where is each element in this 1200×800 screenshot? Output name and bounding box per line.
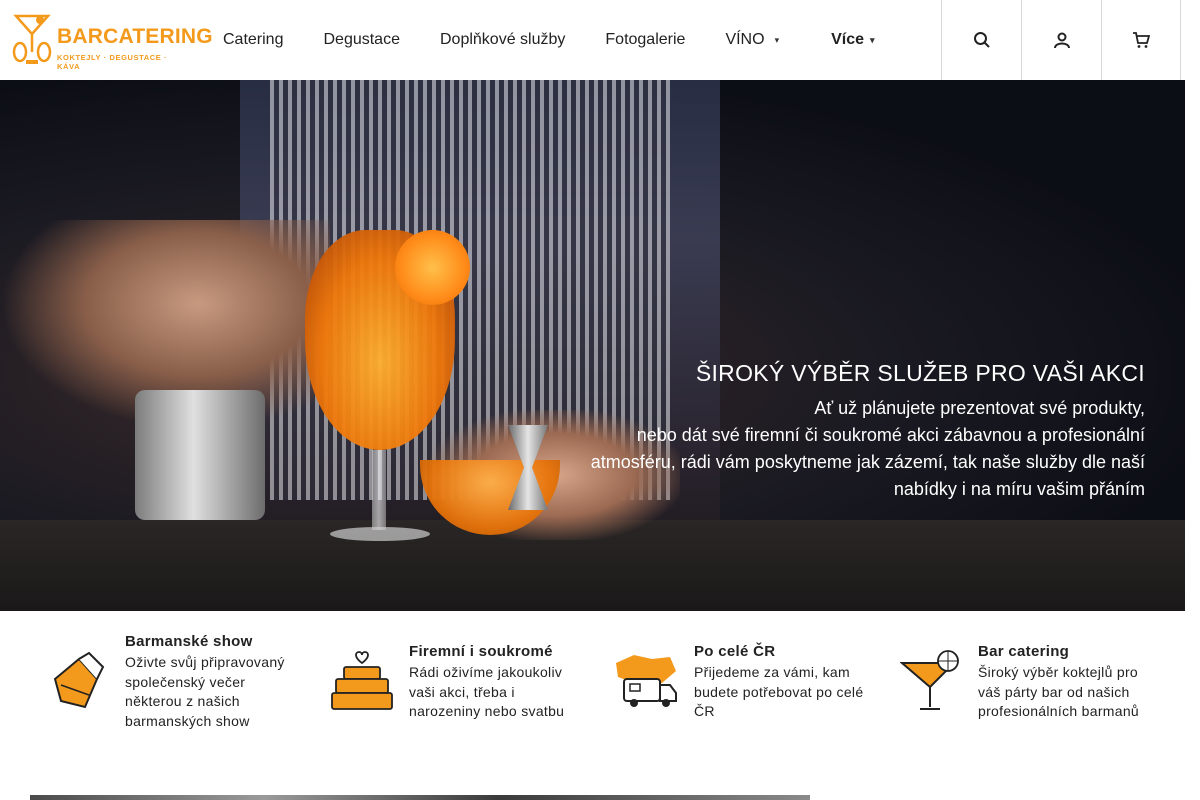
hero-line-3: atmosféru, rádi vám poskytneme jak zázem… bbox=[590, 452, 1145, 472]
nav-item-vino[interactable]: VÍNO ▾ bbox=[705, 31, 799, 49]
glass-base-image bbox=[330, 527, 430, 541]
chevron-down-icon: ▾ bbox=[774, 34, 780, 45]
ice-bucket-image bbox=[135, 390, 265, 520]
truck-map-icon bbox=[616, 655, 677, 707]
account-button[interactable] bbox=[1021, 0, 1101, 80]
search-icon bbox=[973, 32, 990, 48]
brand-name: BARCATERING bbox=[57, 25, 213, 48]
hero-line-2: nebo dát své firemní či soukromé akci zá… bbox=[636, 425, 1145, 445]
feature-desc: Oživte svůj připravovaný společenský več… bbox=[125, 654, 285, 729]
cart-icon bbox=[1133, 32, 1150, 48]
brand-logo[interactable]: BARCATERING KOKTEJLY · DEGUSTACE · KÁVA bbox=[10, 12, 213, 71]
search-button[interactable] bbox=[941, 0, 1021, 80]
main-nav: Catering Degustace Doplňkové služby Foto… bbox=[203, 0, 895, 80]
nav-item-degustace[interactable]: Degustace bbox=[303, 31, 420, 49]
martini-glass-icon bbox=[900, 650, 959, 710]
feature-title: Po celé ČR bbox=[694, 643, 776, 660]
nav-item-vice-label: Více bbox=[831, 31, 865, 48]
feature-desc: Přijedeme za vámi, kam budete potřebovat… bbox=[694, 664, 864, 719]
cocktail-shaker-icon bbox=[53, 651, 105, 709]
site-header: BARCATERING KOKTEJLY · DEGUSTACE · KÁVA … bbox=[0, 0, 1200, 80]
nav-item-doplnkove-sluzby[interactable]: Doplňkové služby bbox=[420, 31, 585, 49]
cocktail-logo-icon bbox=[12, 14, 52, 64]
chevron-down-icon: ▾ bbox=[870, 34, 875, 45]
feature-desc: Rádi oživíme jakoukoliv vaši akci, třeba… bbox=[409, 664, 565, 719]
cake-icon bbox=[331, 651, 393, 710]
nav-item-fotogalerie[interactable]: Fotogalerie bbox=[585, 31, 705, 49]
glass-stem-image bbox=[372, 450, 386, 530]
feature-desc: Široký výběr koktejlů pro váš párty bar … bbox=[978, 664, 1139, 719]
hero-text-block: ŠIROKÝ VÝBĚR SLUŽEB PRO VAŠI AKCI Ať už … bbox=[591, 360, 1145, 503]
user-icon bbox=[1053, 32, 1070, 49]
hero-title: ŠIROKÝ VÝBĚR SLUŽEB PRO VAŠI AKCI bbox=[695, 360, 1145, 386]
hero-line-1: Ať už plánujete prezentovat své produkty… bbox=[814, 398, 1145, 418]
cart-button[interactable] bbox=[1101, 0, 1181, 80]
feature-title: Firemní i soukromé bbox=[409, 643, 553, 660]
brand-tagline: KOKTEJLY · DEGUSTACE · KÁVA bbox=[57, 53, 168, 71]
orange-slice-image bbox=[395, 230, 470, 305]
hero-banner: ŠIROKÝ VÝBĚR SLUŽEB PRO VAŠI AKCI Ať už … bbox=[0, 80, 1185, 611]
next-section-image-edge bbox=[30, 795, 810, 800]
nav-item-vice[interactable]: Více ▾ bbox=[811, 31, 894, 49]
hero-line-4: nabídky i na míru vašim přáním bbox=[893, 479, 1145, 499]
feature-title: Barmanské show bbox=[125, 633, 253, 650]
features-row: Barmanské show Oživte svůj připravovaný … bbox=[0, 611, 1200, 761]
nav-item-catering[interactable]: Catering bbox=[203, 31, 303, 49]
nav-item-vino-label: VÍNO bbox=[725, 31, 765, 48]
feature-title: Bar catering bbox=[978, 643, 1070, 660]
